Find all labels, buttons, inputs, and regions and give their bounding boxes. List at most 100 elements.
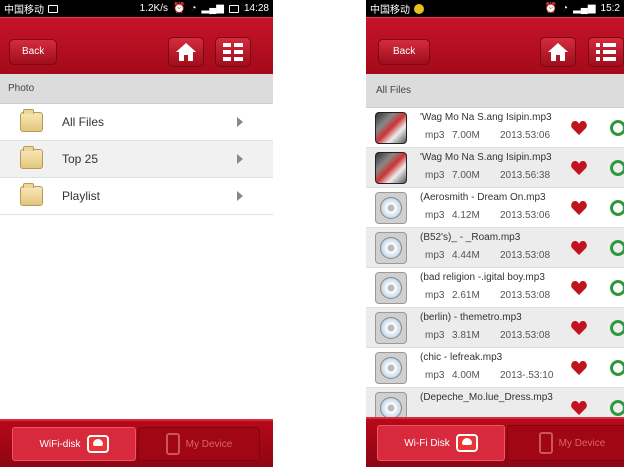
tab-label: My Device (185, 438, 233, 450)
file-size: 7.00M (452, 170, 480, 181)
home-button[interactable] (168, 37, 204, 67)
file-title: (Depeche_Mo.lue_Dress.mp3 (420, 392, 553, 403)
cloud-drive-icon (86, 435, 109, 453)
file-row[interactable]: (chic - lefreak.mp3 mp3 4.00M 2013-.53:10 (366, 348, 624, 388)
chevron-right-icon (237, 191, 243, 201)
album-art (375, 152, 407, 184)
favorite-heart-icon[interactable] (571, 361, 587, 375)
share-icon[interactable] (610, 120, 624, 136)
file-type: mp3 (425, 330, 445, 341)
file-size: 2.61M (452, 290, 480, 301)
favorite-heart-icon[interactable] (571, 241, 587, 255)
signal-icon: ▂▄▆ (201, 3, 224, 14)
section-label: Photo (0, 74, 273, 104)
status-bar: 中国移动 ⏰ ◔ ▂▄▆ 15:2 (366, 0, 624, 17)
menu-item-label: All Files (62, 115, 105, 129)
share-icon[interactable] (610, 200, 624, 216)
file-date: 2013.53:06 (500, 210, 551, 221)
tab-label: My Device (558, 437, 606, 449)
file-row[interactable]: (Aerosmith - Dream On.mp3 mp3 4.12M 2013.53… (366, 188, 624, 228)
section-label: All Files (366, 74, 624, 108)
file-row[interactable]: (bad religion -.igital boy.mp3 mp3 2.61M 20… (366, 268, 624, 308)
share-icon[interactable] (610, 400, 624, 416)
file-date: 2013.53:06 (500, 130, 551, 141)
phone-screen-left: 中国移动 1.2K/s ⏰ ◔ ▂▄▆ 14:28 Back Photo All… (0, 0, 273, 467)
folder-icon (20, 146, 43, 169)
home-icon (548, 43, 568, 61)
disc-icon (380, 237, 402, 259)
share-icon[interactable] (610, 160, 624, 176)
file-date: 2013.56:38 (500, 170, 551, 181)
file-type: mp3 (425, 170, 445, 181)
file-date: 2013-.53:10 (500, 370, 554, 381)
music-disc-icon (375, 312, 407, 344)
album-art (375, 112, 407, 144)
music-disc-icon (375, 232, 407, 264)
menu-item-playlist[interactable]: Playlist (0, 178, 273, 215)
file-row[interactable]: 'Wag Mo Na S.ang Isipin.mp3 mp3 7.00M 2013.… (366, 148, 624, 188)
file-date: 2013.53:08 (500, 290, 551, 301)
chevron-right-icon (237, 117, 243, 127)
disc-icon (380, 317, 402, 339)
share-icon[interactable] (610, 360, 624, 376)
back-button[interactable]: Back (9, 39, 58, 65)
home-icon (176, 43, 196, 61)
network-speed: 1.2K/s (139, 3, 168, 14)
tab-wifi-disk[interactable]: WiFi-disk (12, 427, 136, 461)
favorite-heart-icon[interactable] (571, 281, 587, 295)
file-row[interactable]: 'Wag Mo Na S.ang Isipin.mp3 mp3 7.00M 2013.… (366, 108, 624, 148)
grid-icon (223, 43, 243, 61)
file-row[interactable]: (B52's)_ - _Roam.mp3 mp3 4.44M 2013.53:08 (366, 228, 624, 268)
file-size: 4.44M (452, 250, 480, 261)
status-bar: 中国移动 1.2K/s ⏰ ◔ ▂▄▆ 14:28 (0, 0, 273, 17)
tab-my-device[interactable]: My Device (507, 425, 624, 461)
music-disc-icon (375, 352, 407, 384)
phone-device-icon (538, 432, 553, 454)
file-size: 3.81M (452, 330, 480, 341)
favorite-heart-icon[interactable] (571, 401, 587, 415)
bottom-tab-bar: WiFi-disk My Device (0, 419, 273, 467)
favorite-heart-icon[interactable] (571, 201, 587, 215)
back-button[interactable]: Back (378, 39, 431, 65)
file-title: (chic - lefreak.mp3 (420, 352, 503, 363)
favorite-heart-icon[interactable] (571, 121, 587, 135)
battery-icon (228, 4, 239, 13)
grid-view-button[interactable] (215, 37, 251, 67)
file-size: 4.12M (452, 210, 480, 221)
file-row[interactable]: (berlin) - themetro.mp3 mp3 3.81M 2013.53:0… (366, 308, 624, 348)
menu-item-label: Playlist (62, 189, 101, 203)
menu-item-top-25[interactable]: Top 25 (0, 141, 273, 178)
home-button[interactable] (540, 37, 576, 67)
share-icon[interactable] (610, 280, 624, 296)
cloud-drive-icon (455, 434, 478, 452)
share-icon[interactable] (610, 320, 624, 336)
disc-icon (380, 197, 402, 219)
file-title: (B52's)_ - _Roam.mp3 (420, 232, 521, 243)
wifi-icon: ◔ (562, 3, 569, 14)
tab-my-device[interactable]: My Device (138, 427, 260, 461)
app-header: Back (0, 17, 273, 74)
music-disc-icon (375, 192, 407, 224)
alarm-icon: ⏰ (173, 3, 186, 14)
share-icon[interactable] (610, 240, 624, 256)
disc-icon (380, 277, 402, 299)
list-view-button[interactable] (588, 37, 624, 67)
clock: 15:2 (600, 3, 620, 14)
signal-icon: ▂▄▆ (573, 3, 596, 14)
file-size: 7.00M (452, 130, 480, 141)
phone-device-icon (165, 433, 180, 455)
folder-icon (20, 183, 43, 206)
tab-wifi-disk[interactable]: Wi-Fi Disk (377, 425, 505, 461)
folder-icon (20, 109, 43, 132)
file-type: mp3 (425, 210, 445, 221)
phone-screen-right: 中国移动 ⏰ ◔ ▂▄▆ 15:2 Back All Files 'Wag Mo… (366, 0, 624, 467)
file-type: mp3 (425, 130, 445, 141)
file-title: 'Wag Mo Na S.ang Isipin.mp3 (420, 152, 552, 163)
favorite-heart-icon[interactable] (571, 161, 587, 175)
tab-label: Wi-Fi Disk (404, 437, 450, 449)
file-type: mp3 (425, 250, 445, 261)
bottom-tab-bar: Wi-Fi Disk My Device (366, 417, 624, 467)
file-title: 'Wag Mo Na S.ang Isipin.mp3 (420, 112, 552, 123)
favorite-heart-icon[interactable] (571, 321, 587, 335)
menu-item-all-files[interactable]: All Files (0, 104, 273, 141)
